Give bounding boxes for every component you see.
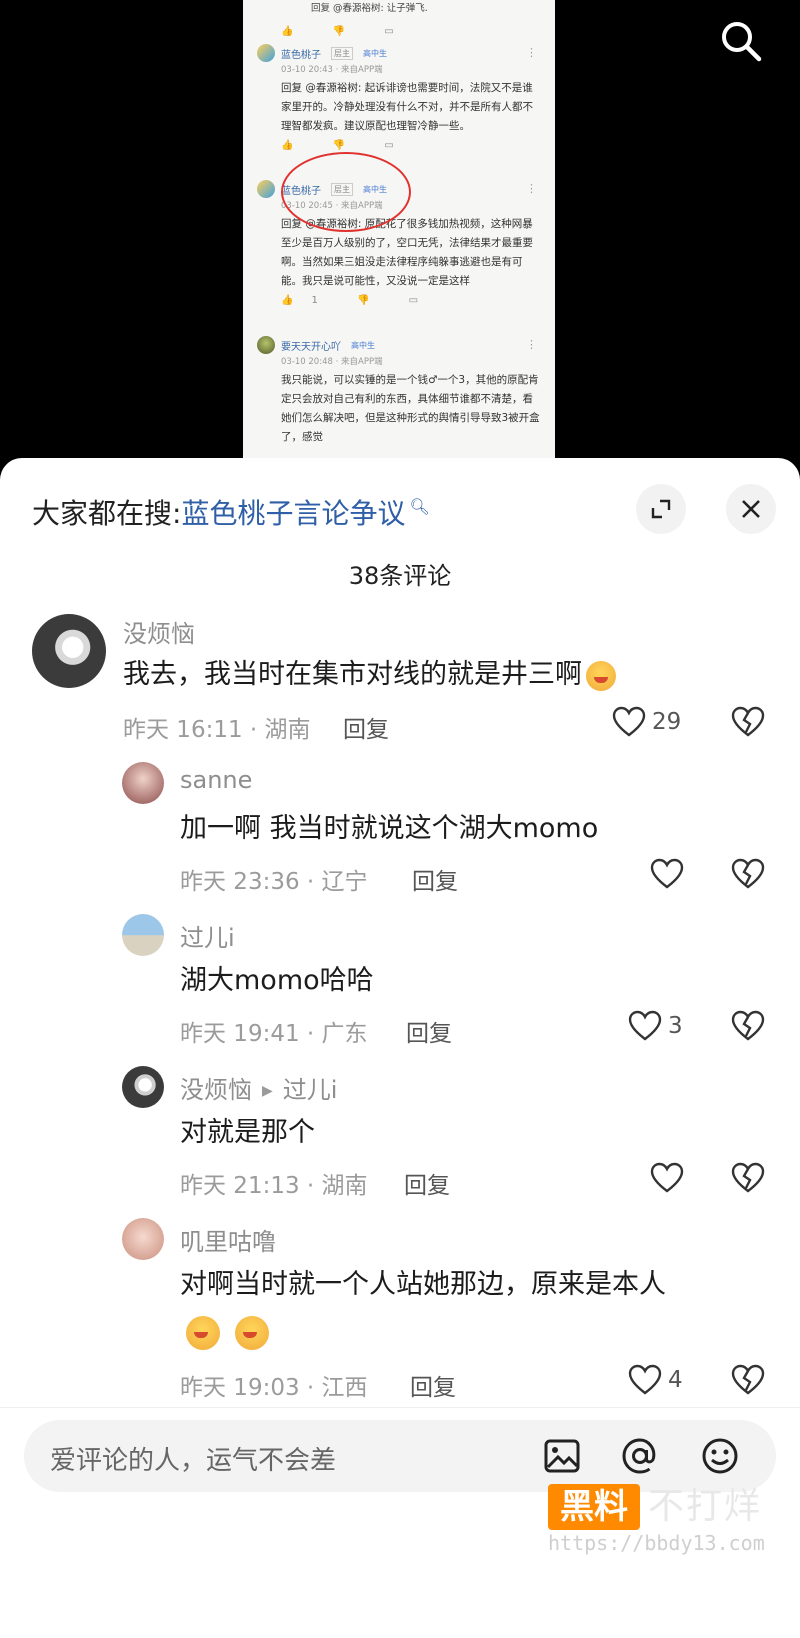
doc-thumb-row: 👍 👎 ▭ xyxy=(281,26,412,37)
pleading-emoji-icon xyxy=(186,1316,220,1350)
more-icon: ⋮ xyxy=(526,46,537,59)
comment-text: 湖大momo哈哈 xyxy=(180,965,374,996)
like-button[interactable] xyxy=(650,1162,684,1194)
comment-meta: 昨天 21:13 · 湖南 xyxy=(180,1173,368,1199)
watermark-badge: 黑料 xyxy=(548,1484,640,1530)
broken-heart-icon[interactable] xyxy=(731,858,765,890)
doc-avatar xyxy=(257,336,275,354)
comment-author[interactable]: 叽里咕噜 xyxy=(180,1222,276,1257)
doc-comment: 蓝色桃子 层主 高中生 ⋮ 03-10 20:43 · 来自APP端 回复 @春… xyxy=(257,44,541,151)
search-small-icon: 🔍︎ xyxy=(409,496,430,516)
comment-author-name[interactable]: 没烦恼 xyxy=(180,1076,252,1104)
comment-input-bar: 爱评论的人，运气不会差 黑料 不打烊 https://bbdy13.com xyxy=(0,1407,800,1638)
reply-button[interactable]: 回复 xyxy=(404,1166,450,1200)
watermark-url: https://bbdy13.com xyxy=(548,1531,765,1555)
broken-heart-icon[interactable] xyxy=(731,706,765,738)
comment-author[interactable]: 过儿i xyxy=(180,918,235,953)
expand-icon xyxy=(651,499,671,519)
comment-meta: 昨天 16:11 · 湖南 xyxy=(123,717,311,743)
comment-author[interactable]: 没烦恼 xyxy=(123,614,195,649)
avatar[interactable] xyxy=(122,762,164,804)
search-suggestion[interactable]: 大家都在搜: 蓝色桃子言论争议 🔍︎ xyxy=(32,492,430,532)
broken-heart-icon[interactable] xyxy=(731,1364,765,1396)
doc-avatar xyxy=(257,180,275,198)
heart-icon xyxy=(628,1364,662,1395)
reply-button[interactable]: 回复 xyxy=(406,1014,452,1048)
avatar[interactable] xyxy=(122,1218,164,1260)
close-button[interactable] xyxy=(726,484,776,534)
watermark: 黑料 不打烊 xyxy=(548,1478,788,1538)
avatar[interactable] xyxy=(122,914,164,956)
more-icon: ⋮ xyxy=(526,338,537,351)
crying-laughing-emoji-icon xyxy=(586,660,616,691)
doc-comment: 要天天开心吖 高中生 ⋮ 03-10 20:48 · 来自APP端 我只能说，可… xyxy=(257,336,541,447)
doc-avatar xyxy=(257,44,275,62)
doc-reply-line: 回复 @春源裕树: 让子弹飞. xyxy=(311,3,428,14)
screenshot-document: 回复 @春源裕树: 让子弹飞. 👍 👎 ▭ 蓝色桃子 层主 高中生 ⋮ 03-1… xyxy=(243,0,555,470)
pleading-emoji-icon xyxy=(235,1316,270,1350)
comment-text: 加一啊 我当时就说这个湖大momo xyxy=(180,813,599,844)
broken-heart-icon[interactable] xyxy=(731,1162,765,1194)
heart-icon xyxy=(650,1162,684,1193)
video-area[interactable]: 回复 @春源裕树: 让子弹飞. 👍 👎 ▭ 蓝色桃子 层主 高中生 ⋮ 03-1… xyxy=(0,0,800,470)
reply-button[interactable]: 回复 xyxy=(343,710,389,744)
search-keyword[interactable]: 蓝色桃子言论争议 xyxy=(181,492,405,532)
heart-icon xyxy=(612,706,646,737)
search-icon[interactable] xyxy=(718,18,764,64)
heart-icon xyxy=(650,858,684,889)
avatar[interactable] xyxy=(122,1066,164,1108)
broken-heart-icon[interactable] xyxy=(731,1010,765,1042)
comment-input-placeholder: 爱评论的人，运气不会差 xyxy=(50,1446,337,1476)
reply-button[interactable]: 回复 xyxy=(412,862,458,896)
comment-text: 对啊当时就一个人站她那边，原来是本人 xyxy=(180,1269,666,1300)
at-icon[interactable] xyxy=(620,1436,660,1476)
comment-meta: 昨天 19:03 · 江西 xyxy=(180,1375,368,1401)
comment-author: 没烦恼 ▶ 过儿i xyxy=(180,1070,337,1105)
watermark-text: 不打烊 xyxy=(648,1486,763,1527)
comment-text: 我去，我当时在集市对线的就是井三啊 xyxy=(123,650,616,700)
like-count: 29 xyxy=(652,709,682,735)
like-button[interactable]: 3 xyxy=(628,1010,683,1042)
heart-icon xyxy=(628,1010,662,1041)
emoji-row xyxy=(182,1316,270,1350)
like-count: 4 xyxy=(668,1367,683,1393)
comment-text: 对就是那个 xyxy=(180,1117,315,1148)
search-prefix: 大家都在搜: xyxy=(32,497,182,530)
red-annotation-circle xyxy=(281,152,411,232)
like-button[interactable]: 4 xyxy=(628,1364,683,1396)
avatar[interactable] xyxy=(32,614,106,688)
emoji-icon[interactable] xyxy=(700,1436,740,1476)
comment-meta: 昨天 19:41 · 广东 xyxy=(180,1021,368,1047)
like-button[interactable] xyxy=(650,858,684,890)
reply-arrow-icon: ▶ xyxy=(262,1083,273,1099)
expand-button[interactable] xyxy=(636,484,686,534)
reply-button[interactable]: 回复 xyxy=(410,1368,456,1402)
image-icon[interactable] xyxy=(542,1436,582,1476)
comment-meta: 昨天 23:36 · 辽宁 xyxy=(180,869,368,895)
comment-count: 38条评论 xyxy=(348,562,452,590)
more-icon: ⋮ xyxy=(526,182,537,195)
reply-to-name[interactable]: 过儿i xyxy=(283,1076,338,1104)
like-count: 3 xyxy=(668,1013,683,1039)
like-button[interactable]: 29 xyxy=(612,706,681,738)
close-icon xyxy=(742,500,760,518)
comment-author[interactable]: sanne xyxy=(180,766,252,794)
